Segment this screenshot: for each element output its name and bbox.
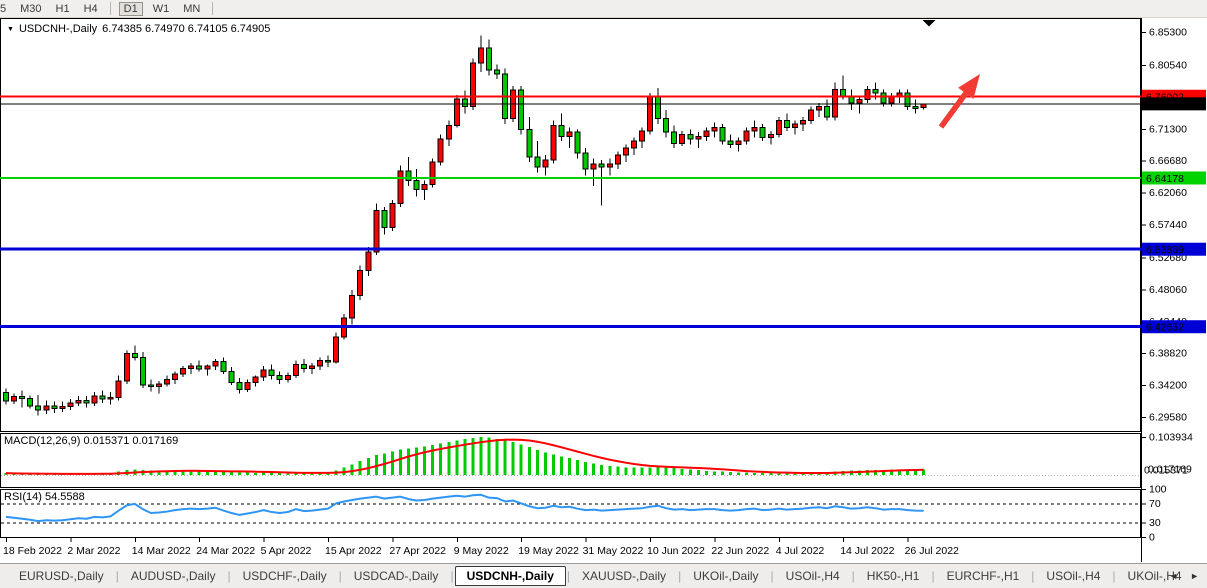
- chart-tab-bar: EURUSD-,Daily|AUDUSD-,Daily|USDCHF-,Dail…: [0, 563, 1207, 588]
- svg-text:19 May 2022: 19 May 2022: [518, 545, 579, 557]
- svg-text:6.85300: 6.85300: [1149, 27, 1187, 39]
- svg-text:30: 30: [1149, 517, 1161, 529]
- tab-divider: |: [339, 569, 342, 583]
- svg-text:4 Jul 2022: 4 Jul 2022: [776, 545, 825, 557]
- chart-window: 6.85300 6.80540 6.71300 6.66680 6.62060 6.574…: [0, 17, 1207, 563]
- tab-usdcad-daily[interactable]: USDCAD-,Daily: [343, 566, 450, 586]
- tab-usdcnh-daily[interactable]: USDCNH-,Daily: [455, 566, 566, 586]
- tab-divider: |: [678, 569, 681, 583]
- tab-divider: |: [116, 569, 119, 583]
- tab-eurchf-h1[interactable]: EURCHF-,H1: [936, 566, 1031, 586]
- svg-text:6.38820: 6.38820: [1149, 348, 1187, 360]
- svg-text:6.34200: 6.34200: [1149, 380, 1187, 392]
- chart-canvas: 6.85300 6.80540 6.71300 6.66680 6.62060 6.574…: [0, 17, 1207, 563]
- svg-text:27 Apr 2022: 27 Apr 2022: [389, 545, 446, 557]
- svg-text:31 May 2022: 31 May 2022: [583, 545, 644, 557]
- chart-title-bar: ▼ USDCNH-,Daily 6.74385 6.74970 6.74105 …: [7, 23, 270, 35]
- svg-text:70: 70: [1149, 498, 1161, 510]
- tab-usdchf-daily[interactable]: USDCHF-,Daily: [232, 566, 338, 586]
- tab-divider: |: [852, 569, 855, 583]
- svg-text:9 May 2022: 9 May 2022: [454, 545, 509, 557]
- tabs-scroll-right-icon[interactable]: ►: [1190, 571, 1199, 581]
- timeframe-button-h4[interactable]: H4: [80, 3, 102, 15]
- tab-divider: |: [567, 569, 570, 583]
- timeframe-toolbar: 5 M30 H1 H4 D1 W1 MN: [0, 0, 1207, 18]
- tab-audusd-daily[interactable]: AUDUSD-,Daily: [120, 566, 227, 586]
- tab-divider: |: [931, 569, 934, 583]
- chart-symbol-period: USDCNH-,Daily: [19, 23, 97, 35]
- svg-text:0.103934: 0.103934: [1149, 432, 1193, 444]
- tab-xauusd-daily[interactable]: XAUUSD-,Daily: [571, 566, 677, 586]
- tab-hk50-h1[interactable]: HK50-,H1: [856, 566, 931, 586]
- tab-usoil-h4[interactable]: USOil-,H4: [775, 566, 851, 586]
- svg-text:14 Jul 2022: 14 Jul 2022: [840, 545, 894, 557]
- svg-text:24 Mar 2022: 24 Mar 2022: [196, 545, 255, 557]
- svg-text:6.74905: 6.74905: [1146, 99, 1184, 111]
- tab-eurusd-daily[interactable]: EURUSD-,Daily: [8, 566, 115, 586]
- tab-ukoil-daily[interactable]: UKOil-,Daily: [682, 566, 769, 586]
- chart-ohlc-quote: 6.74385 6.74970 6.74105 6.74905: [102, 23, 270, 35]
- tabs-scroll-left-icon[interactable]: ◄: [1169, 571, 1178, 581]
- macd-indicator-label: MACD(12,26,9) 0.015371 0.017169: [4, 435, 178, 447]
- svg-text:100: 100: [1149, 484, 1167, 496]
- svg-text:2 Mar 2022: 2 Mar 2022: [67, 545, 120, 557]
- svg-text:6.29580: 6.29580: [1149, 412, 1187, 424]
- tab-usoil-h4[interactable]: USOil-,H4: [1035, 566, 1111, 586]
- svg-text:6.48060: 6.48060: [1149, 284, 1187, 296]
- svg-text:0: 0: [1149, 532, 1155, 544]
- toolbar-divider: [212, 2, 213, 15]
- tab-divider: |: [771, 569, 774, 583]
- timeframe-button-m30[interactable]: M30: [16, 3, 45, 15]
- trading-terminal-window: 5 M30 H1 H4 D1 W1 MN 6.85300 6.80540 6.71300 6.66…: [0, 0, 1207, 588]
- svg-text:14 Mar 2022: 14 Mar 2022: [132, 545, 191, 557]
- timeframe-button-mn[interactable]: MN: [179, 3, 204, 15]
- rsi-indicator-label: RSI(14) 54.5588: [4, 491, 85, 503]
- tab-divider: |: [450, 569, 453, 583]
- date-axis: 18 Feb 2022 2 Mar 2022 14 Mar 2022 24 Mar 2…: [3, 538, 959, 557]
- tab-divider: |: [1112, 569, 1115, 583]
- svg-text:6.53869: 6.53869: [1146, 244, 1184, 256]
- svg-text:6.64178: 6.64178: [1146, 173, 1184, 185]
- svg-text:6.66680: 6.66680: [1149, 155, 1187, 167]
- svg-text:10 Jun 2022: 10 Jun 2022: [647, 545, 705, 557]
- timeframe-button-h1[interactable]: H1: [52, 3, 74, 15]
- svg-text:6.42652: 6.42652: [1146, 322, 1184, 334]
- timeframe-button-5[interactable]: 5: [0, 3, 10, 15]
- svg-text:15 Apr 2022: 15 Apr 2022: [325, 545, 382, 557]
- svg-text:6.80540: 6.80540: [1149, 59, 1187, 71]
- toolbar-divider: [110, 2, 111, 15]
- svg-text:6.57440: 6.57440: [1149, 219, 1187, 231]
- tab-divider: |: [228, 569, 231, 583]
- svg-text:0.017169: 0.017169: [1148, 464, 1192, 476]
- svg-text:26 Jul 2022: 26 Jul 2022: [905, 545, 959, 557]
- chevron-down-icon[interactable]: ▼: [7, 26, 14, 33]
- price-axis: 6.85300 6.80540 6.71300 6.66680 6.62060 6.574…: [1142, 27, 1206, 544]
- svg-text:6.62060: 6.62060: [1149, 187, 1187, 199]
- svg-text:22 Jun 2022: 22 Jun 2022: [711, 545, 769, 557]
- svg-text:5 Apr 2022: 5 Apr 2022: [261, 545, 312, 557]
- tab-divider: |: [1031, 569, 1034, 583]
- tab-scroll-controls: ◄►: [1169, 571, 1199, 581]
- timeframe-button-d1[interactable]: D1: [119, 2, 143, 16]
- svg-text:6.71300: 6.71300: [1149, 123, 1187, 135]
- svg-text:18 Feb 2022: 18 Feb 2022: [3, 545, 62, 557]
- timeframe-button-w1[interactable]: W1: [149, 3, 174, 15]
